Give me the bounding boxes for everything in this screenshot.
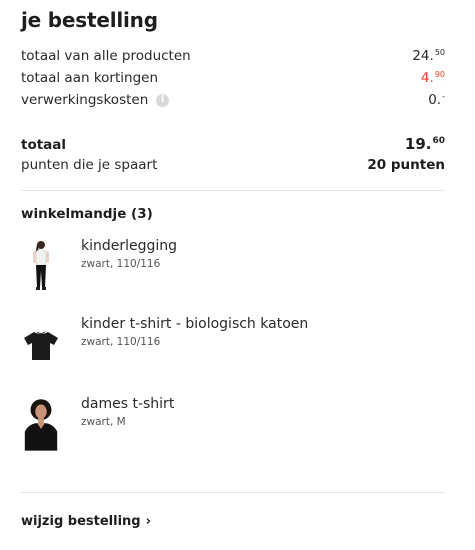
info-icon[interactable]: i: [156, 93, 170, 107]
item-name: kinder t-shirt - biologisch katoen: [81, 316, 309, 332]
product-image-dames-tshirt: [21, 396, 61, 452]
cart-item[interactable]: kinderlegging zwart, 110/116: [21, 238, 445, 294]
item-meta: zwart, 110/116: [81, 336, 161, 348]
divider: [21, 190, 445, 191]
subtotal-label: totaal van alle producten: [21, 48, 191, 64]
cart-item[interactable]: dames t-shirt zwart, M: [21, 396, 445, 452]
order-summary-panel: je bestelling totaal van alle producten …: [0, 0, 475, 550]
points-value: 20 punten: [367, 157, 445, 173]
discount-price: 4.90: [420, 70, 445, 86]
item-meta: zwart, 110/116: [81, 258, 161, 270]
divider: [21, 492, 445, 493]
total-label: totaal: [21, 137, 67, 153]
edit-order-label: wijzig bestelling: [21, 514, 141, 529]
cart-item[interactable]: kinder t-shirt - biologisch katoen zwart…: [21, 316, 445, 372]
points-row: punten die je spaart 20 punten: [21, 157, 445, 173]
order-title: je bestelling: [21, 8, 158, 32]
subtotal-row: totaal van alle producten 24.50: [21, 48, 445, 64]
cart-title: winkelmandje (3): [21, 206, 153, 222]
discount-label: totaal aan kortingen: [21, 70, 159, 86]
chevron-right-icon: ›: [145, 514, 151, 529]
total-price: 19.60: [404, 135, 445, 153]
processing-fee-label: verwerkingskosten i: [21, 92, 170, 108]
product-image-kinder-tshirt: [21, 316, 61, 372]
processing-fee-row: verwerkingskosten i 0.-: [21, 92, 445, 108]
item-name: dames t-shirt: [81, 396, 175, 412]
processing-fee-price: 0.-: [428, 92, 445, 108]
product-image-kinderlegging: [21, 238, 61, 294]
total-row: totaal 19.60: [21, 135, 445, 153]
discount-row: totaal aan kortingen 4.90: [21, 70, 445, 86]
points-label: punten die je spaart: [21, 157, 158, 173]
item-name: kinderlegging: [81, 238, 178, 254]
subtotal-price: 24.50: [412, 48, 445, 64]
item-meta: zwart, M: [81, 416, 126, 428]
edit-order-link[interactable]: wijzig bestelling ›: [21, 514, 151, 529]
